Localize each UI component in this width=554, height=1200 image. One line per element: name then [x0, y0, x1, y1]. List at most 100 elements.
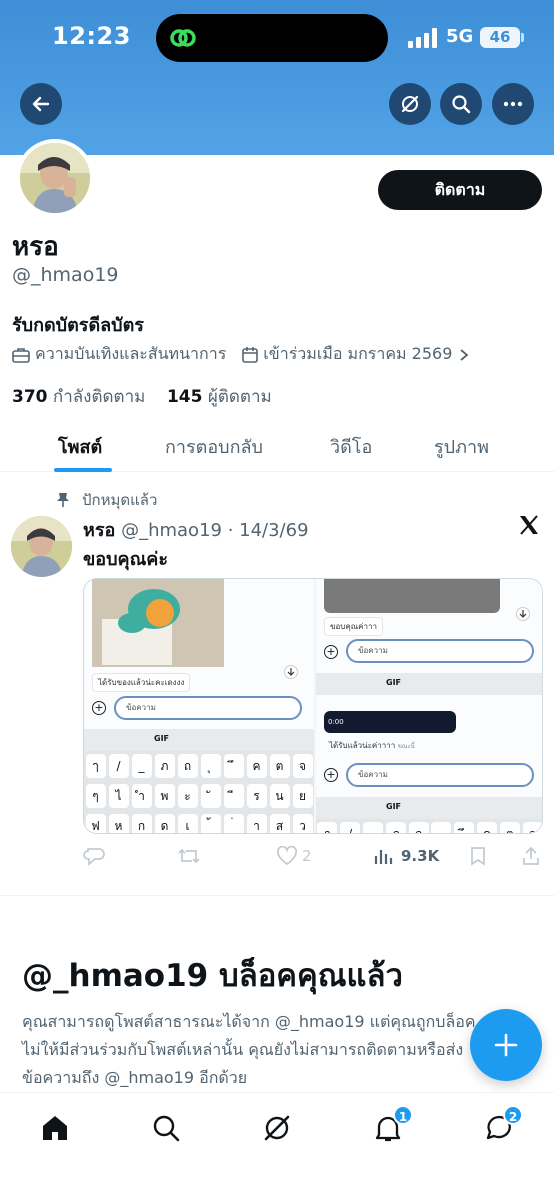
media-image-right[interactable]: ขอบคุณค่าาา + ข้อความ GIF 0:00 ได้รับแล้…: [316, 579, 542, 833]
blocked-title: @_hmao19 บล็อคคุณแล้ว: [22, 958, 403, 994]
profile-category: ความบันเทิงและสันทนาการ: [35, 344, 227, 363]
tab-replies[interactable]: การตอบกลับ: [165, 432, 263, 461]
compose-button[interactable]: [470, 1009, 542, 1081]
views-button[interactable]: 9.3K: [373, 846, 439, 866]
message-input: ข้อความ: [346, 639, 534, 663]
messages-badge: 2: [503, 1105, 523, 1125]
bookmark-button[interactable]: [469, 846, 487, 866]
search-icon[interactable]: [151, 1113, 181, 1143]
following-count: 370: [12, 387, 48, 407]
following-link[interactable]: 370 กำลังติดตาม: [12, 387, 145, 407]
share-icon: [523, 846, 539, 865]
more-button[interactable]: [492, 83, 534, 125]
keyboard-row-3: ฟหกดเ้่าสว: [84, 811, 314, 833]
video-time: 0:00: [328, 718, 344, 726]
avatar-photo-icon: [20, 143, 90, 213]
message-input: ข้อความ: [114, 696, 302, 720]
attach-plus-icon: +: [324, 645, 338, 659]
grok-button[interactable]: [389, 83, 431, 125]
follow-button[interactable]: ติดตาม: [378, 170, 542, 210]
active-tab-indicator: [54, 468, 112, 472]
post-author-name[interactable]: หรอ: [83, 520, 115, 541]
repost-icon: [178, 848, 200, 864]
gif-label: GIF: [154, 734, 170, 743]
video-message: 0:00: [324, 711, 456, 733]
back-arrow-icon: [32, 96, 50, 112]
gif-label: GIF: [386, 678, 402, 687]
chat-bubble: ได้รับแล้วน่ะค่าาาา ขณะนี้: [329, 741, 415, 750]
like-button[interactable]: 2: [276, 846, 312, 866]
post-header: หรอ @_hmao19 · 14/3/69: [83, 515, 309, 544]
tab-photos[interactable]: รูปภาพ: [434, 432, 489, 461]
followers-label: ผู้ติดตาม: [207, 387, 272, 407]
profile-tabs: โพสต์ การตอบกลับ วิดีโอ รูปภาพ: [0, 420, 554, 472]
reply-button[interactable]: [83, 846, 105, 866]
pin-icon: [57, 493, 69, 507]
search-icon: [452, 95, 471, 114]
battery-level: 46: [480, 27, 520, 48]
status-bar: 12:23 5G 46: [0, 0, 554, 76]
plus-icon: [494, 1033, 518, 1057]
dynamic-island: [156, 14, 388, 62]
scroll-down-icon: [284, 665, 298, 679]
keyboard-toolbar: GIF: [316, 797, 542, 819]
post-handle-date[interactable]: @_hmao19 · 14/3/69: [121, 520, 308, 541]
calendar-icon: [242, 347, 259, 363]
chat-bubble: ขอบคุณค่าาา: [324, 617, 383, 636]
media-image-left[interactable]: ได้รับของแล้วน่ะคะเดงงง + ข้อความ GIF ๅ /…: [84, 579, 314, 833]
grok-icon[interactable]: [262, 1113, 292, 1143]
profile-handle: @_hmao19: [12, 264, 119, 286]
profile-name: หรอ: [12, 232, 59, 262]
keyboard-toolbar: GIF: [316, 673, 542, 695]
keyboard-row-1: ๅ/_ภถุึคตจ: [84, 751, 314, 781]
profile-meta: ความบันเทิงและสันทนาการ เข้าร่วมเมือ มกร…: [12, 342, 475, 367]
tab-videos[interactable]: วิดีโอ: [330, 432, 372, 461]
post-actions: 2 9.3K: [83, 842, 543, 872]
tab-posts[interactable]: โพสต์: [58, 432, 102, 461]
attach-plus-icon: +: [92, 701, 106, 715]
post-author-avatar[interactable]: [11, 516, 72, 577]
keyboard: ๅ/_ภถุึคตจ ๆไำพะัีรนย ฟหกดเ้่าสว: [84, 751, 314, 833]
gif-label: GIF: [386, 802, 402, 811]
pinned-indicator: ปักหมุดแล้ว: [56, 488, 157, 512]
profile-joined: เข้าร่วมเมือ มกราคม 2569: [263, 344, 453, 363]
keyboard-row-2: ๆไำพะัีรนย: [84, 781, 314, 811]
more-icon: [503, 101, 523, 107]
view-count: 9.3K: [401, 847, 440, 865]
briefcase-icon: [12, 347, 30, 363]
blocked-description: คุณสามารถดูโพสต์สาธารณะได้จาก @_hmao19 แ…: [22, 1012, 476, 1087]
bookmark-icon: [471, 847, 485, 866]
search-button[interactable]: [440, 83, 482, 125]
heart-icon: [276, 846, 298, 866]
repost-button[interactable]: [177, 846, 201, 866]
following-label: กำลังติดตาม: [52, 387, 146, 407]
profile-bio: รับกดบัตรดีลบัตร: [12, 315, 144, 336]
follow-counts: 370 กำลังติดตาม 145 ผู้ติดตาม: [12, 383, 272, 410]
chevron-right-icon[interactable]: [458, 348, 470, 362]
plush-toy-icon: [92, 579, 224, 667]
bottom-navigation: 1 2: [0, 1092, 554, 1200]
avatar-photo-icon: [11, 516, 72, 577]
pinned-label: ปักหมุดแล้ว: [82, 491, 158, 509]
attach-plus-icon: +: [324, 768, 338, 782]
notifications-badge: 1: [393, 1105, 413, 1125]
message-input: ข้อความ: [346, 763, 534, 787]
followers-link[interactable]: 145 ผู้ติดตาม: [167, 387, 272, 407]
views-icon: [374, 850, 393, 864]
grok-icon: [401, 95, 419, 113]
share-button[interactable]: [521, 846, 541, 866]
status-time: 12:23: [52, 22, 131, 50]
photo-thumbnail: [92, 579, 224, 667]
profile-avatar[interactable]: [16, 139, 94, 217]
post-media[interactable]: ได้รับของแล้วน่ะคะเดงงง + ข้อความ GIF ๅ /…: [83, 578, 543, 834]
chat-bubble: ได้รับของแล้วน่ะคะเดงงง: [92, 673, 191, 692]
network-type: 5G: [446, 26, 474, 47]
followers-count: 145: [166, 387, 203, 407]
battery-tip: [521, 33, 524, 42]
x-logo-icon: [520, 515, 538, 535]
back-button[interactable]: [20, 83, 62, 125]
scroll-down-icon: [516, 607, 530, 621]
section-divider: [0, 895, 554, 896]
keyboard-row-1: ๅ/_ภถุึคตจ: [316, 819, 542, 833]
home-icon[interactable]: [40, 1113, 70, 1143]
